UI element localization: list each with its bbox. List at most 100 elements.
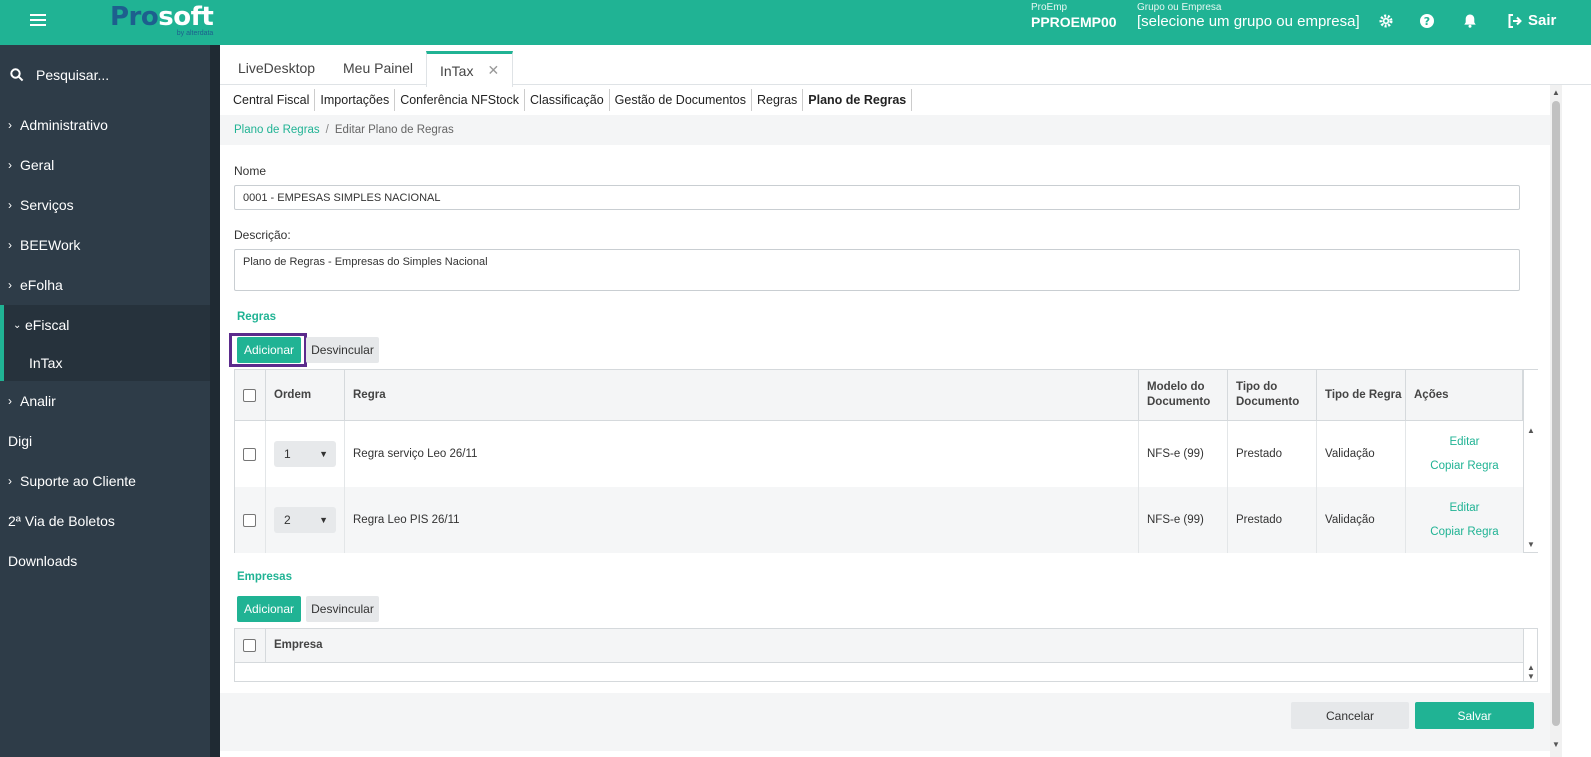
actions-cell: Editar Copiar Regra — [1406, 487, 1523, 553]
subtab-gestao-documentos[interactable]: Gestão de Documentos — [610, 89, 752, 111]
modelo-cell: NFS-e (99) — [1139, 421, 1228, 487]
copy-rule-link[interactable]: Copiar Regra — [1430, 526, 1498, 538]
tipo-documento-cell: Prestado — [1228, 421, 1317, 487]
proemp-selector[interactable]: ProEmp PPROEMP00 — [1031, 2, 1117, 30]
grid-scrollbar[interactable]: ▲ ▼ — [1523, 629, 1538, 681]
tab-bar: LiveDesktop Meu Painel InTax ✕ — [220, 45, 1591, 87]
menu-icon[interactable] — [30, 14, 46, 28]
empresas-add-button[interactable]: Adicionar — [237, 596, 301, 622]
help-icon[interactable]: ? — [1419, 13, 1435, 29]
empresas-unlink-button[interactable]: Desvincular — [306, 596, 379, 622]
sidebar-divider — [210, 45, 220, 757]
breadcrumb-parent-link[interactable]: Plano de Regras — [234, 124, 320, 136]
subtab-plano-de-regras[interactable]: Plano de Regras — [803, 89, 913, 111]
scroll-up-icon[interactable]: ▲ — [1527, 426, 1535, 435]
sidebar-item-label: Administrativo — [20, 117, 108, 133]
scroll-down-icon[interactable]: ▼ — [1552, 740, 1560, 749]
tab-label: LiveDesktop — [238, 59, 316, 76]
sidebar-item-digi[interactable]: Digi — [0, 421, 210, 461]
regras-section-title: Regras — [237, 311, 276, 323]
sidebar-item-label: InTax — [29, 355, 63, 371]
tab-livedesktop[interactable]: LiveDesktop — [225, 50, 328, 85]
actions-cell: Editar Copiar Regra — [1406, 421, 1523, 487]
tab-intax[interactable]: InTax ✕ — [426, 51, 514, 87]
sidebar-item-suporte[interactable]: › Suporte ao Cliente — [0, 461, 210, 501]
subtab-regras[interactable]: Regras — [752, 89, 804, 111]
grid-scrollbar[interactable]: ▲ ▼ — [1523, 370, 1538, 552]
cancel-button[interactable]: Cancelar — [1291, 702, 1409, 729]
nome-input[interactable] — [234, 185, 1520, 210]
regras-grid-header: Ordem Regra Modelo do Documento Tipo do … — [235, 370, 1523, 421]
subtab-central-fiscal[interactable]: Central Fiscal — [228, 89, 316, 111]
ordem-select[interactable]: 2 ▼ — [274, 507, 336, 533]
nome-label: Nome — [234, 164, 267, 178]
bell-icon[interactable] — [1462, 13, 1478, 29]
top-bar: Prosoft by alterdata ProEmp PPROEMP00 Gr… — [0, 0, 1591, 45]
sidebar-item-downloads[interactable]: Downloads — [0, 541, 210, 581]
caret-down-icon: ▼ — [319, 449, 328, 459]
scroll-up-icon[interactable]: ▲ — [1552, 88, 1560, 97]
select-all-checkbox[interactable] — [243, 388, 256, 402]
sidebar-search[interactable]: Pesquisar... — [0, 45, 210, 105]
gear-icon[interactable] — [1378, 13, 1394, 29]
scroll-thumb[interactable] — [1552, 101, 1560, 726]
chevron-down-icon: ⌄ — [13, 319, 22, 331]
chevron-right-icon: › — [8, 474, 12, 488]
scroll-down-icon[interactable]: ▼ — [1527, 672, 1535, 681]
ordem-cell: 2 ▼ — [266, 487, 345, 553]
tipo-regra-cell: Validação — [1317, 487, 1406, 553]
tipo-regra-cell: Validação — [1317, 421, 1406, 487]
tab-label: Meu Painel — [343, 59, 414, 76]
group-label: Grupo ou Empresa — [1137, 2, 1222, 13]
select-all-checkbox[interactable] — [243, 639, 256, 652]
tab-meu-painel[interactable]: Meu Painel — [330, 50, 426, 85]
sidebar-item-analir[interactable]: › Analir — [0, 381, 210, 421]
svg-text:?: ? — [1424, 15, 1430, 28]
sidebar-item-geral[interactable]: › Geral — [0, 145, 210, 185]
sidebar-item-beework[interactable]: › BEEWork — [0, 225, 210, 265]
close-icon[interactable]: ✕ — [487, 62, 499, 79]
ordem-select[interactable]: 1 ▼ — [274, 441, 336, 467]
proemp-label: ProEmp — [1031, 2, 1068, 13]
edit-link[interactable]: Editar — [1449, 436, 1479, 448]
col-ordem[interactable]: Ordem — [266, 370, 345, 420]
logout-label: Sair — [1528, 12, 1557, 29]
subtab-importacoes[interactable]: Importações — [315, 89, 396, 111]
page-scrollbar[interactable]: ▲ ▼ — [1550, 85, 1562, 757]
scroll-up-icon[interactable]: ▲ — [1527, 663, 1535, 672]
subtab-classificacao[interactable]: Classificação — [525, 89, 610, 111]
sidebar-item-label: eFiscal — [25, 317, 70, 333]
table-row: 1 ▼ Regra serviço Leo 26/11 NFS-e (99) Pr… — [235, 421, 1523, 487]
chevron-right-icon: › — [8, 118, 12, 132]
sidebar-item-intax[interactable]: InTax — [4, 345, 210, 381]
table-row: 2 ▼ Regra Leo PIS 26/11 NFS-e (99) Presta… — [235, 487, 1523, 553]
sidebar-item-efolha[interactable]: › eFolha — [0, 265, 210, 305]
sidebar-item-label: Digi — [8, 433, 33, 449]
col-regra[interactable]: Regra — [345, 370, 1139, 420]
proemp-value: PPROEMP00 — [1031, 14, 1117, 30]
copy-rule-link[interactable]: Copiar Regra — [1430, 460, 1498, 472]
sidebar-item-servicos[interactable]: › Serviços — [0, 185, 210, 225]
ordem-value: 2 — [284, 513, 291, 527]
edit-link[interactable]: Editar — [1449, 502, 1479, 514]
sidebar-item-boletos[interactable]: 2ª Via de Boletos — [0, 501, 210, 541]
row-checkbox[interactable] — [243, 513, 256, 527]
col-empresa[interactable]: Empresa — [266, 629, 1523, 662]
sidebar-item-efiscal[interactable]: ⌄ eFiscal — [4, 305, 210, 345]
regras-grid: Ordem Regra Modelo do Documento Tipo do … — [234, 369, 1538, 553]
col-modelo[interactable]: Modelo do Documento — [1139, 370, 1228, 420]
col-tipo-regra[interactable]: Tipo de Regra — [1317, 370, 1406, 420]
regras-unlink-button[interactable]: Desvincular — [306, 337, 379, 363]
descricao-textarea[interactable]: Plano de Regras - Empresas do Simples Na… — [234, 249, 1520, 291]
subtab-conferencia-nfstock[interactable]: Conferência NFStock — [395, 89, 526, 111]
sidebar-item-label: eFolha — [20, 277, 63, 293]
save-button[interactable]: Salvar — [1415, 702, 1534, 729]
group-company-selector[interactable]: Grupo ou Empresa [selecione um grupo ou … — [1137, 2, 1360, 30]
sidebar-item-label: 2ª Via de Boletos — [8, 513, 115, 529]
scroll-down-icon[interactable]: ▼ — [1527, 540, 1535, 549]
sidebar: Pesquisar... › Administrativo › Geral › Ser… — [0, 45, 210, 757]
row-checkbox[interactable] — [243, 447, 256, 461]
col-tipo-documento[interactable]: Tipo do Documento — [1228, 370, 1317, 420]
logout-button[interactable]: Sair — [1508, 12, 1556, 29]
sidebar-item-administrativo[interactable]: › Administrativo — [0, 105, 210, 145]
